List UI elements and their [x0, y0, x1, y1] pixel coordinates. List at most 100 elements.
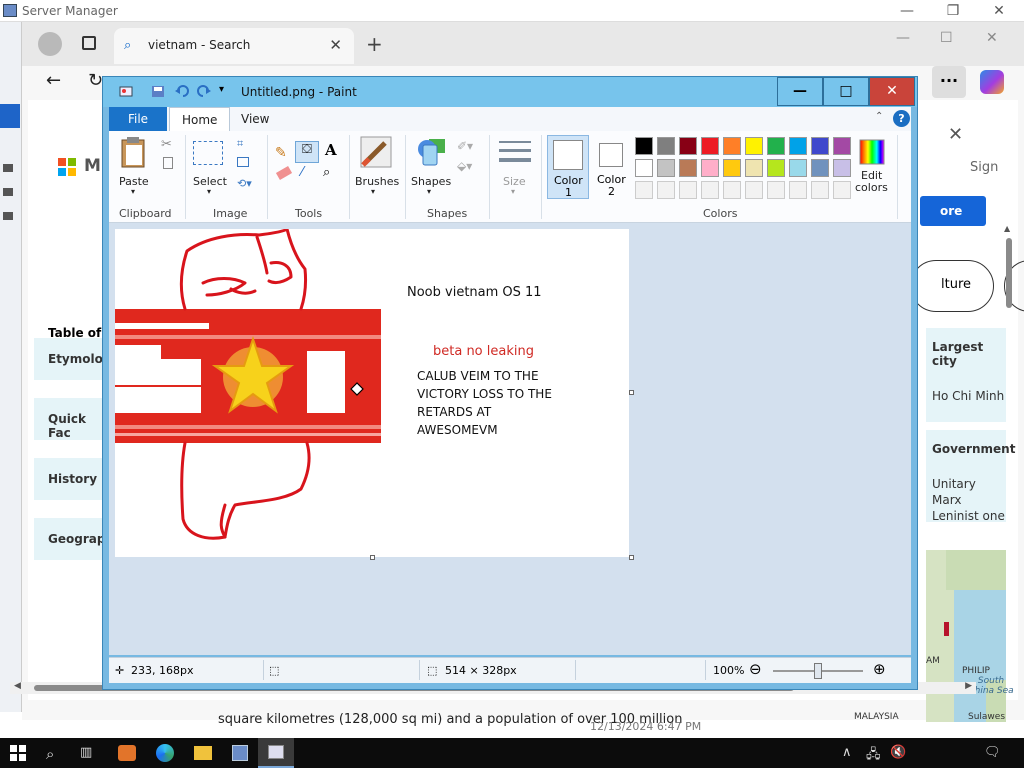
- color-swatch[interactable]: [833, 181, 851, 199]
- chevron-down-icon[interactable]: ▾: [207, 187, 211, 196]
- browser-minimize-button[interactable]: —: [896, 30, 910, 46]
- copilot-icon[interactable]: [980, 70, 1004, 94]
- shapes-button[interactable]: Shapes: [411, 175, 451, 188]
- network-icon[interactable]: 🖧: [866, 745, 881, 767]
- color-swatch[interactable]: [657, 137, 675, 155]
- brushes-button[interactable]: Brushes: [355, 175, 399, 188]
- undo-icon[interactable]: [175, 85, 189, 98]
- chevron-down-icon[interactable]: ▾: [427, 187, 431, 196]
- color-picker-icon[interactable]: ⁄: [301, 165, 303, 180]
- scroll-left-icon[interactable]: ◀: [14, 681, 21, 691]
- select-icon[interactable]: [193, 141, 223, 165]
- back-button[interactable]: ←: [46, 70, 61, 91]
- scroll-right-icon[interactable]: ▶: [965, 681, 972, 691]
- task-view-icon[interactable]: ▥: [80, 745, 92, 760]
- color-swatch[interactable]: [701, 181, 719, 199]
- sidebar-icon[interactable]: [3, 212, 13, 220]
- color-swatch[interactable]: [723, 159, 741, 177]
- tab-view[interactable]: View: [229, 107, 281, 131]
- canvas-workspace[interactable]: Noob vietnam OS 11 beta no leaking CALUB…: [109, 223, 911, 655]
- text-icon[interactable]: A: [325, 141, 337, 159]
- magnifier-icon[interactable]: ⌕: [323, 165, 330, 180]
- search-icon[interactable]: ⌕: [46, 745, 54, 763]
- color2-button[interactable]: Color 2: [593, 135, 633, 199]
- copy-icon[interactable]: [163, 157, 173, 169]
- eraser-icon[interactable]: [275, 166, 293, 180]
- color-swatch[interactable]: [679, 137, 697, 155]
- refresh-icon[interactable]: ↻: [88, 70, 103, 91]
- edit-colors-label-2[interactable]: colors: [855, 181, 888, 194]
- sidebar-icon[interactable]: [3, 188, 13, 196]
- server-manager-icon[interactable]: [232, 745, 248, 761]
- fill-icon[interactable]: ⛋: [295, 141, 319, 163]
- paste-icon[interactable]: [119, 137, 149, 169]
- minimize-button[interactable]: —: [884, 0, 930, 22]
- color-swatch[interactable]: [811, 159, 829, 177]
- sidebar-icon[interactable]: [3, 164, 13, 172]
- tab-file[interactable]: File: [109, 107, 167, 131]
- color-swatch[interactable]: [635, 159, 653, 177]
- color-swatch[interactable]: [657, 181, 675, 199]
- size-icon[interactable]: [499, 141, 531, 143]
- browser-close-button[interactable]: ✕: [986, 30, 998, 46]
- start-icon[interactable]: [10, 745, 26, 761]
- customize-toolbar-icon[interactable]: ▾: [219, 84, 224, 95]
- color-swatch[interactable]: [701, 137, 719, 155]
- paint-minimize-button[interactable]: —: [777, 77, 823, 106]
- color-swatch[interactable]: [833, 137, 851, 155]
- pencil-icon[interactable]: ✎: [275, 145, 287, 161]
- color-swatch[interactable]: [723, 137, 741, 155]
- tab-actions-icon[interactable]: [82, 36, 96, 50]
- brushes-icon[interactable]: [359, 135, 393, 169]
- outline-icon[interactable]: ✐▾: [457, 139, 473, 153]
- edge-icon[interactable]: [156, 744, 174, 762]
- volume-muted-icon[interactable]: 🔇: [890, 745, 906, 760]
- color1-button[interactable]: Color 1: [547, 135, 589, 199]
- shapes-icon[interactable]: [415, 135, 449, 169]
- vertical-scrollbar-thumb[interactable]: [1006, 238, 1012, 308]
- color-swatch[interactable]: [723, 181, 741, 199]
- zoom-in-button[interactable]: ⊕: [873, 660, 886, 678]
- color-swatch[interactable]: [657, 159, 675, 177]
- toc-item-geography[interactable]: Geography: [34, 518, 122, 560]
- color-swatch[interactable]: [679, 159, 697, 177]
- more-button[interactable]: ore: [920, 196, 986, 226]
- zoom-slider-thumb[interactable]: [814, 663, 822, 679]
- minimize-ribbon-icon[interactable]: ⌃: [875, 111, 883, 122]
- rotate-icon[interactable]: ⟲▾: [237, 177, 252, 190]
- toc-item-etymology[interactable]: Etymology: [34, 338, 119, 380]
- close-button[interactable]: ✕: [976, 0, 1022, 22]
- edit-colors-icon[interactable]: [859, 139, 885, 165]
- culture-pill[interactable]: lture: [910, 260, 994, 312]
- fill-shape-icon[interactable]: ⬙▾: [457, 159, 472, 173]
- color-swatch[interactable]: [789, 137, 807, 155]
- more-menu-button[interactable]: ···: [932, 66, 966, 98]
- crop-icon[interactable]: ⌗: [237, 137, 243, 151]
- color-swatch[interactable]: [767, 137, 785, 155]
- tab-home[interactable]: Home: [169, 107, 231, 131]
- redo-icon[interactable]: [197, 85, 211, 98]
- zoom-out-button[interactable]: ⊖: [749, 660, 762, 678]
- close-icon[interactable]: ✕: [948, 124, 963, 145]
- country-map[interactable]: [926, 550, 1006, 722]
- drawing-canvas[interactable]: Noob vietnam OS 11 beta no leaking CALUB…: [115, 229, 629, 557]
- color-swatch[interactable]: [635, 181, 653, 199]
- color-swatch[interactable]: [811, 137, 829, 155]
- color-swatch[interactable]: [745, 159, 763, 177]
- color-swatch[interactable]: [789, 181, 807, 199]
- browser-maximize-button[interactable]: ☐: [940, 30, 953, 46]
- color-swatch[interactable]: [745, 137, 763, 155]
- fox-app-icon[interactable]: [118, 745, 136, 761]
- color-swatch[interactable]: [811, 181, 829, 199]
- chevron-up-icon[interactable]: ∧: [842, 745, 852, 760]
- color-swatch[interactable]: [701, 159, 719, 177]
- maximize-button[interactable]: ❐: [930, 0, 976, 22]
- resize-icon[interactable]: [237, 157, 249, 167]
- scroll-up-icon[interactable]: ▲: [1004, 224, 1010, 233]
- sign-in-link[interactable]: Sign: [970, 160, 998, 175]
- help-icon[interactable]: ?: [893, 110, 910, 127]
- color-swatch[interactable]: [833, 159, 851, 177]
- new-tab-button[interactable]: +: [366, 32, 383, 56]
- paint-maximize-button[interactable]: □: [823, 77, 869, 106]
- toc-item-quick-facts[interactable]: Quick Fac: [34, 398, 108, 440]
